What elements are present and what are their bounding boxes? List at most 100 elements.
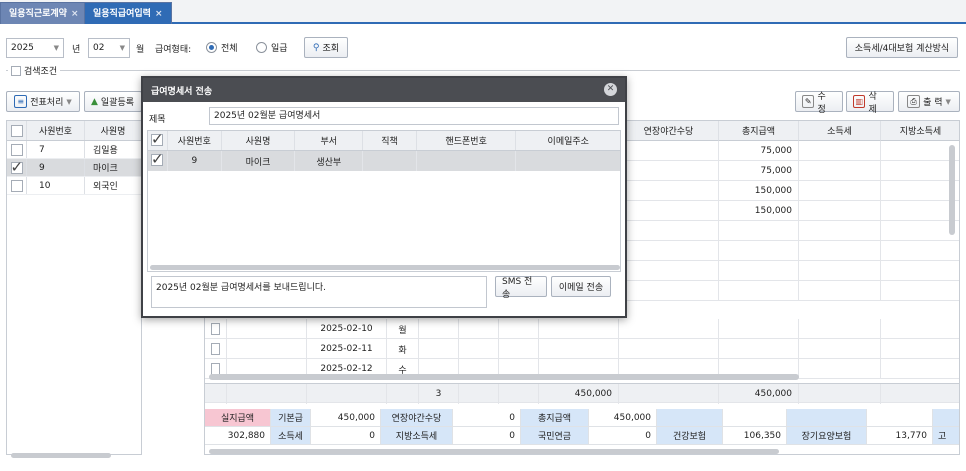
chevron-down-icon: ▼ — [119, 44, 125, 52]
phone-cell[interactable] — [417, 151, 517, 171]
empty-cell — [307, 384, 387, 404]
edit-label: 수 정 — [817, 91, 826, 115]
col-total-pay: 총지급액 — [719, 121, 799, 141]
pension-label: 국민연금 — [521, 427, 589, 445]
voucher-button[interactable]: ≡ 전표처리 ▼ — [6, 91, 80, 112]
row-checkbox[interactable] — [205, 339, 227, 359]
scrollbar[interactable] — [150, 265, 620, 270]
radio-selected-icon — [206, 42, 217, 53]
email-send-button[interactable]: 이메일 전송 — [551, 276, 611, 297]
totals-row: 3 450,000 450,000 — [205, 383, 959, 404]
radio-icon — [256, 42, 267, 53]
table-row[interactable]: ✓ 9 마이크 — [7, 157, 141, 177]
ltc-insurance-label: 장기요양보험 — [787, 427, 867, 445]
sms-send-button[interactable]: SMS 전송 — [495, 276, 547, 300]
row-checkbox[interactable] — [7, 141, 27, 158]
empty-cell — [459, 319, 499, 339]
select-all-cell[interactable] — [7, 121, 27, 140]
tab-bar: 일용직근로계약 × 일용직급여입력 × — [0, 0, 966, 24]
year-value: 2025 — [11, 43, 34, 53]
delete-button[interactable]: ▥ 삭 제 — [846, 91, 894, 115]
total-pay-sum: 450,000 — [719, 384, 799, 404]
overtime-cell — [619, 141, 719, 161]
month-select[interactable]: 02 ▼ — [88, 38, 130, 58]
subject-input[interactable]: 2025년 02월분 급여명세서 — [209, 107, 619, 125]
empty-cell — [619, 241, 719, 261]
radio-daily[interactable]: 일급 — [256, 41, 288, 54]
net-pay-label: 실지급액 — [205, 409, 271, 427]
col-emp-id: 사원번호 — [27, 121, 85, 140]
col-emp-id: 사원번호 — [168, 131, 222, 150]
checkmark-icon: ✓ — [10, 157, 24, 176]
close-icon[interactable]: × — [155, 9, 163, 19]
close-icon[interactable]: ✕ — [604, 83, 617, 96]
tab-daily-pay-entry[interactable]: 일용직급여입력 × — [84, 2, 172, 24]
email-cell[interactable] — [516, 151, 620, 171]
scrollbar[interactable] — [949, 145, 955, 235]
row-checkbox[interactable]: ✓ — [7, 157, 27, 176]
voucher-label: 전표처리 — [30, 98, 64, 108]
calc-method-label: 소득세/4대보험 계산방식 — [854, 44, 950, 54]
employee-grid: 사원번호 사원명 7 김일용 ✓ 9 마이크 10 외국인 — [6, 120, 142, 458]
tab-daily-contract[interactable]: 일용직근로계약 × — [0, 2, 88, 24]
total-sum: 450,000 — [539, 384, 619, 404]
sms-send-label: SMS 전송 — [502, 276, 533, 300]
select-all-cell[interactable]: ✓ — [148, 131, 168, 150]
message-textarea[interactable]: 2025년 02월분 급여명세서를 보내드립니다. — [151, 276, 487, 308]
overtime-cell — [619, 201, 719, 221]
table-row[interactable]: ✓ 9 마이크 생산부 — [148, 150, 620, 171]
pension-value: 0 — [589, 427, 657, 445]
emp-id-cell: 10 — [27, 177, 85, 194]
empty-cell — [799, 384, 881, 404]
search-condition-label: 검색조건 — [24, 67, 58, 77]
table-row[interactable]: 10 외국인 — [7, 177, 141, 195]
row-checkbox[interactable]: ✓ — [148, 150, 168, 171]
email-send-label: 이메일 전송 — [558, 283, 604, 293]
radio-all[interactable]: 전체 — [206, 41, 238, 54]
bulk-register-button[interactable]: ▲ 일괄등록 — [84, 91, 142, 112]
row-checkbox[interactable] — [205, 319, 227, 339]
table-row[interactable]: 2025-02-11 화 — [205, 339, 959, 359]
income-tax-label: 소득세 — [271, 427, 311, 445]
table-row[interactable]: 2025-02-10 월 — [205, 319, 959, 339]
checkbox-icon — [11, 65, 21, 76]
empty-cell — [933, 409, 959, 427]
empty-cell — [799, 281, 881, 301]
empty-cell — [719, 221, 799, 241]
scrollbar[interactable] — [209, 449, 779, 454]
empty-cell — [719, 281, 799, 301]
scrollbar[interactable] — [11, 453, 111, 458]
total-pay-label: 총지급액 — [521, 409, 589, 427]
search-icon: ⚲ — [312, 42, 320, 53]
year-select[interactable]: 2025 ▼ — [6, 38, 64, 58]
emp-id-cell: 9 — [168, 151, 222, 171]
emp-name-cell: 마이크 — [93, 164, 118, 174]
checkmark-icon: ✓ — [151, 130, 164, 148]
checkbox-icon — [10, 143, 23, 156]
edit-button[interactable]: ✎ 수 정 — [795, 91, 843, 115]
table-row[interactable]: 7 김일용 — [7, 141, 141, 159]
scrollbar[interactable] — [209, 374, 799, 380]
search-button[interactable]: ⚲ 조회 — [304, 37, 348, 58]
overtime-cell — [619, 161, 719, 181]
empty-cell — [419, 319, 459, 339]
empty-cell — [499, 339, 539, 359]
checkbox-icon — [10, 124, 23, 137]
close-icon[interactable]: × — [71, 9, 79, 19]
empty-cell — [539, 319, 619, 339]
net-pay-value: 302,880 — [205, 427, 271, 445]
empty-cell — [619, 261, 719, 281]
empty-cell — [719, 339, 799, 359]
dialog-title: 급여명세서 전송 — [151, 86, 213, 97]
search-condition-toggle[interactable]: 검색조건 — [8, 64, 61, 77]
print-button[interactable]: ⎙ 출 력 ▼ — [898, 91, 960, 112]
employment-insurance-label: 고 — [933, 427, 959, 445]
empty-cell — [205, 384, 227, 404]
search-button-label: 조회 — [322, 44, 340, 54]
calc-method-button[interactable]: 소득세/4대보험 계산방식 — [846, 37, 958, 58]
empty-cell — [867, 409, 933, 427]
col-email: 이메일주소 — [547, 137, 589, 147]
total-pay-value: 450,000 — [589, 409, 657, 427]
row-checkbox[interactable] — [7, 177, 27, 194]
checkbox-icon — [10, 179, 23, 192]
